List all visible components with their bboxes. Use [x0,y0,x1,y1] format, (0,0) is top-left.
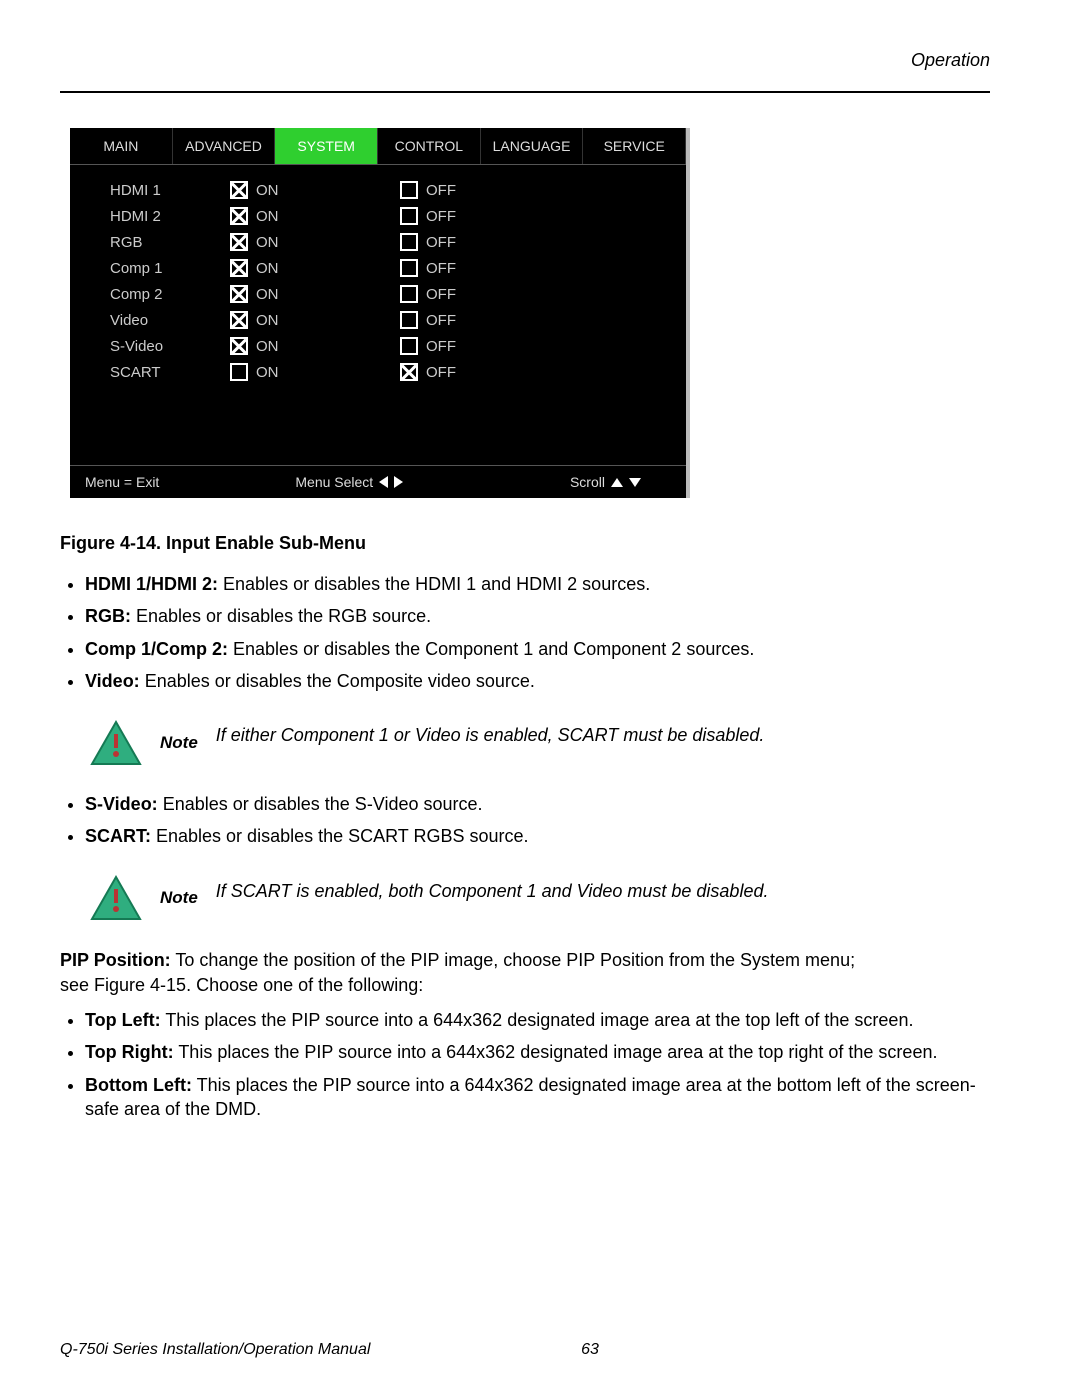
on-label: ON [256,182,279,199]
menu-row-label: S-Video [90,338,230,355]
on-label: ON [256,286,279,303]
note-label: Note [160,733,198,753]
off-label: OFF [426,208,456,225]
tab-control[interactable]: CONTROL [378,128,481,164]
off-label: OFF [426,364,456,381]
off-label: OFF [426,182,456,199]
on-label: ON [256,364,279,381]
list-item: Video: Enables or disables the Composite… [85,669,990,693]
list-item: Bottom Left: This places the PIP source … [85,1073,990,1122]
menu-row: Comp 1 ON OFF [90,255,666,281]
checkbox-on[interactable] [230,337,248,355]
checkbox-off[interactable] [400,337,418,355]
tab-system[interactable]: SYSTEM [275,128,378,164]
osd-footer-exit: Menu = Exit [85,474,295,490]
checkbox-on[interactable] [230,363,248,381]
checkbox-off[interactable] [400,207,418,225]
on-label: ON [256,208,279,225]
checkbox-off[interactable] [400,311,418,329]
pip-paragraph: PIP Position: To change the position of … [60,948,880,998]
osd-footer-select: Menu Select [295,474,490,490]
on-label: ON [256,338,279,355]
osd-footer: Menu = Exit Menu Select Scroll [70,465,686,498]
menu-row: S-Video ON OFF [90,333,666,359]
list-item: RGB: Enables or disables the RGB source. [85,604,990,628]
tab-service[interactable]: SERVICE [583,128,686,164]
off-label: OFF [426,312,456,329]
off-label: OFF [426,286,456,303]
warning-triangle-icon [90,720,142,766]
checkbox-on[interactable] [230,311,248,329]
checkbox-on[interactable] [230,233,248,251]
menu-row: HDMI 2 ON OFF [90,203,666,229]
on-label: ON [256,312,279,329]
note-block-2: Note If SCART is enabled, both Component… [90,871,990,926]
off-label: OFF [426,338,456,355]
rule [60,91,990,93]
list-item: Comp 1/Comp 2: Enables or disables the C… [85,637,990,661]
list-item: S-Video: Enables or disables the S-Video… [85,792,990,816]
list-item: SCART: Enables or disables the SCART RGB… [85,824,990,848]
menu-row: Comp 2 ON OFF [90,281,666,307]
menu-row-label: HDMI 2 [90,208,230,225]
off-label: OFF [426,234,456,251]
tab-advanced[interactable]: ADVANCED [173,128,276,164]
off-label: OFF [426,260,456,277]
checkbox-off[interactable] [400,285,418,303]
checkbox-on[interactable] [230,259,248,277]
osd-tabs: MAINADVANCEDSYSTEMCONTROLLANGUAGESERVICE [70,128,686,165]
pip-text: To change the position of the PIP image,… [60,950,855,995]
tab-language[interactable]: LANGUAGE [481,128,584,164]
checkbox-on[interactable] [230,285,248,303]
on-label: ON [256,260,279,277]
menu-row-label: Comp 1 [90,260,230,277]
menu-row-label: SCART [90,364,230,381]
menu-row-label: RGB [90,234,230,251]
osd-body: HDMI 1 ON OFF HDMI 2 ON OFF RGB ON OFF Comp 1 ON OF… [70,165,686,465]
osd-footer-scroll: Scroll [491,474,671,490]
osd-footer-select-label: Menu Select [295,474,373,490]
checkbox-off[interactable] [400,259,418,277]
menu-row: SCART ON OFF [90,359,666,385]
note-text: If either Component 1 or Video is enable… [216,725,765,760]
arrow-right-icon [394,476,403,488]
menu-row: Video ON OFF [90,307,666,333]
menu-row-label: Comp 2 [90,286,230,303]
warning-triangle-icon [90,875,142,921]
bullet-list-3: Top Left: This places the PIP source int… [85,1008,990,1121]
checkbox-off[interactable] [400,363,418,381]
osd-footer-scroll-label: Scroll [570,474,605,490]
note-text: If SCART is enabled, both Component 1 an… [216,881,769,916]
bullet-list-2: S-Video: Enables or disables the S-Video… [85,792,990,849]
checkbox-on[interactable] [230,181,248,199]
note-block-1: Note If either Component 1 or Video is e… [90,715,990,770]
section-header: Operation [60,50,990,71]
list-item: Top Right: This places the PIP source in… [85,1040,990,1064]
tab-main[interactable]: MAIN [70,128,173,164]
bullet-list-1: HDMI 1/HDMI 2: Enables or disables the H… [85,572,990,693]
arrow-left-icon [379,476,388,488]
menu-row: HDMI 1 ON OFF [90,177,666,203]
menu-row-label: HDMI 1 [90,182,230,199]
list-item: HDMI 1/HDMI 2: Enables or disables the H… [85,572,990,596]
menu-row-label: Video [90,312,230,329]
page-footer: Q-750i Series Installation/Operation Man… [60,1341,990,1359]
footer-title: Q-750i Series Installation/Operation Man… [60,1341,560,1359]
figure-caption: Figure 4-14. Input Enable Sub-Menu [60,533,990,554]
osd-menu: MAINADVANCEDSYSTEMCONTROLLANGUAGESERVICE… [70,128,690,498]
note-label: Note [160,888,198,908]
footer-page: 63 [560,1341,620,1359]
arrow-up-icon [611,478,623,487]
checkbox-on[interactable] [230,207,248,225]
list-item: Top Left: This places the PIP source int… [85,1008,990,1032]
pip-bold: PIP Position: [60,950,171,970]
checkbox-off[interactable] [400,181,418,199]
arrow-down-icon [629,478,641,487]
menu-row: RGB ON OFF [90,229,666,255]
on-label: ON [256,234,279,251]
checkbox-off[interactable] [400,233,418,251]
